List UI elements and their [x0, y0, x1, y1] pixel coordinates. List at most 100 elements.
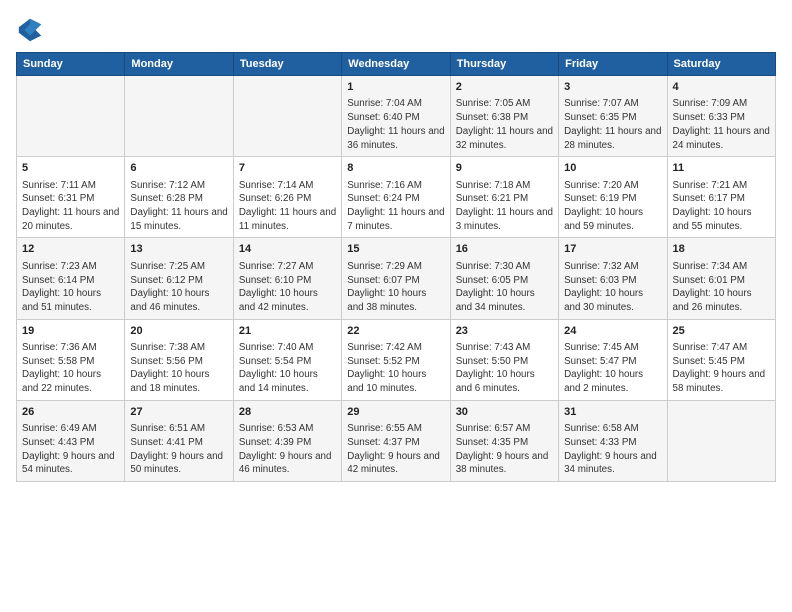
- day-number: 10: [564, 161, 661, 176]
- logo-icon: [16, 16, 44, 44]
- calendar-week: 19Sunrise: 7:36 AM Sunset: 5:58 PM Dayli…: [17, 319, 776, 400]
- day-info: Sunrise: 7:38 AM Sunset: 5:56 PM Dayligh…: [130, 341, 227, 396]
- day-number: 7: [239, 161, 336, 176]
- calendar-cell: 27 Sunrise: 6:51 AM Sunset: 4:41 PM Dayli…: [125, 400, 233, 481]
- calendar-cell: 4 Sunrise: 7:09 AM Sunset: 6:33 PM Daylig…: [667, 76, 775, 157]
- calendar-cell: 22 Sunrise: 7:42 AM Sunset: 5:52 PM Dayli…: [342, 319, 450, 400]
- calendar-cell: 31 Sunrise: 6:58 AM Sunset: 4:33 PM Dayli…: [559, 400, 667, 481]
- day-number: 14: [239, 242, 336, 257]
- calendar-cell: 16 Sunrise: 7:30 AM Sunset: 6:05 PM Dayli…: [450, 238, 558, 319]
- header-day: Friday: [559, 53, 667, 76]
- day-info: Sunrise: 7:07 AM Sunset: 6:35 PM Dayligh…: [564, 97, 661, 152]
- day-number: 15: [347, 242, 444, 257]
- day-number: 11: [673, 161, 770, 176]
- calendar-cell: 10 Sunrise: 7:20 AM Sunset: 6:19 PM Dayli…: [559, 157, 667, 238]
- day-number: 3: [564, 80, 661, 95]
- calendar-week: 1 Sunrise: 7:04 AM Sunset: 6:40 PM Daylig…: [17, 76, 776, 157]
- calendar-week: 26Sunrise: 6:49 AM Sunset: 4:43 PM Dayli…: [17, 400, 776, 481]
- day-number: 25: [673, 324, 770, 339]
- calendar-cell: [667, 400, 775, 481]
- day-info: Sunrise: 6:55 AM Sunset: 4:37 PM Dayligh…: [347, 422, 444, 477]
- day-number: 12: [22, 242, 119, 257]
- calendar-cell: 30 Sunrise: 6:57 AM Sunset: 4:35 PM Dayli…: [450, 400, 558, 481]
- day-number: 6: [130, 161, 227, 176]
- day-info: Sunrise: 6:51 AM Sunset: 4:41 PM Dayligh…: [130, 422, 227, 477]
- day-info: Sunrise: 7:47 AM Sunset: 5:45 PM Dayligh…: [673, 341, 770, 396]
- day-number: 13: [130, 242, 227, 257]
- calendar-cell: 25 Sunrise: 7:47 AM Sunset: 5:45 PM Dayli…: [667, 319, 775, 400]
- day-info: Sunrise: 7:12 AM Sunset: 6:28 PM Dayligh…: [130, 179, 227, 234]
- day-number: 8: [347, 161, 444, 176]
- day-info: Sunrise: 7:29 AM Sunset: 6:07 PM Dayligh…: [347, 260, 444, 315]
- day-info: Sunrise: 7:20 AM Sunset: 6:19 PM Dayligh…: [564, 179, 661, 234]
- calendar-cell: 5 Sunrise: 7:11 AM Sunset: 6:31 PM Daylig…: [17, 157, 125, 238]
- calendar-header: SundayMondayTuesdayWednesdayThursdayFrid…: [17, 53, 776, 76]
- calendar-week: 5 Sunrise: 7:11 AM Sunset: 6:31 PM Daylig…: [17, 157, 776, 238]
- day-number: 24: [564, 324, 661, 339]
- day-number: 9: [456, 161, 553, 176]
- calendar-cell: 17 Sunrise: 7:32 AM Sunset: 6:03 PM Dayli…: [559, 238, 667, 319]
- calendar-cell: 8Sunrise: 7:16 AM Sunset: 6:24 PM Daylig…: [342, 157, 450, 238]
- calendar-cell: 3 Sunrise: 7:07 AM Sunset: 6:35 PM Daylig…: [559, 76, 667, 157]
- calendar-cell: 2Sunrise: 7:05 AM Sunset: 6:38 PM Daylig…: [450, 76, 558, 157]
- day-info: Sunrise: 7:04 AM Sunset: 6:40 PM Dayligh…: [347, 97, 444, 152]
- calendar-cell: 23Sunrise: 7:43 AM Sunset: 5:50 PM Dayli…: [450, 319, 558, 400]
- calendar-cell: 14 Sunrise: 7:27 AM Sunset: 6:10 PM Dayli…: [233, 238, 341, 319]
- calendar-table: SundayMondayTuesdayWednesdayThursdayFrid…: [16, 52, 776, 482]
- calendar-cell: 18 Sunrise: 7:34 AM Sunset: 6:01 PM Dayli…: [667, 238, 775, 319]
- day-number: 2: [456, 80, 553, 95]
- day-number: 18: [673, 242, 770, 257]
- calendar-cell: 20 Sunrise: 7:38 AM Sunset: 5:56 PM Dayli…: [125, 319, 233, 400]
- header-day: Thursday: [450, 53, 558, 76]
- calendar-cell: 13 Sunrise: 7:25 AM Sunset: 6:12 PM Dayli…: [125, 238, 233, 319]
- header-day: Saturday: [667, 53, 775, 76]
- day-number: 1: [347, 80, 444, 95]
- day-info: Sunrise: 6:58 AM Sunset: 4:33 PM Dayligh…: [564, 422, 661, 477]
- header-day: Wednesday: [342, 53, 450, 76]
- day-number: 5: [22, 161, 119, 176]
- calendar-body: 1 Sunrise: 7:04 AM Sunset: 6:40 PM Daylig…: [17, 76, 776, 482]
- day-number: 22: [347, 324, 444, 339]
- calendar-week: 12 Sunrise: 7:23 AM Sunset: 6:14 PM Dayli…: [17, 238, 776, 319]
- calendar-cell: 7 Sunrise: 7:14 AM Sunset: 6:26 PM Daylig…: [233, 157, 341, 238]
- day-info: Sunrise: 7:09 AM Sunset: 6:33 PM Dayligh…: [673, 97, 770, 152]
- calendar-cell: [17, 76, 125, 157]
- day-number: 30: [456, 405, 553, 420]
- day-info: Sunrise: 7:36 AM Sunset: 5:58 PM Dayligh…: [22, 341, 119, 396]
- day-number: 28: [239, 405, 336, 420]
- day-number: 17: [564, 242, 661, 257]
- header-day: Tuesday: [233, 53, 341, 76]
- day-info: Sunrise: 7:34 AM Sunset: 6:01 PM Dayligh…: [673, 260, 770, 315]
- day-number: 16: [456, 242, 553, 257]
- day-info: Sunrise: 7:18 AM Sunset: 6:21 PM Dayligh…: [456, 179, 553, 234]
- page-header: [16, 16, 776, 44]
- day-number: 21: [239, 324, 336, 339]
- day-info: Sunrise: 6:57 AM Sunset: 4:35 PM Dayligh…: [456, 422, 553, 477]
- day-number: 4: [673, 80, 770, 95]
- day-info: Sunrise: 7:25 AM Sunset: 6:12 PM Dayligh…: [130, 260, 227, 315]
- calendar-cell: 9 Sunrise: 7:18 AM Sunset: 6:21 PM Daylig…: [450, 157, 558, 238]
- day-info: Sunrise: 7:27 AM Sunset: 6:10 PM Dayligh…: [239, 260, 336, 315]
- header-day: Monday: [125, 53, 233, 76]
- calendar-cell: 12 Sunrise: 7:23 AM Sunset: 6:14 PM Dayli…: [17, 238, 125, 319]
- calendar-cell: 11Sunrise: 7:21 AM Sunset: 6:17 PM Dayli…: [667, 157, 775, 238]
- calendar-cell: 28Sunrise: 6:53 AM Sunset: 4:39 PM Dayli…: [233, 400, 341, 481]
- day-info: Sunrise: 7:45 AM Sunset: 5:47 PM Dayligh…: [564, 341, 661, 396]
- header-row: SundayMondayTuesdayWednesdayThursdayFrid…: [17, 53, 776, 76]
- day-info: Sunrise: 7:32 AM Sunset: 6:03 PM Dayligh…: [564, 260, 661, 315]
- day-info: Sunrise: 7:11 AM Sunset: 6:31 PM Dayligh…: [22, 179, 119, 234]
- day-info: Sunrise: 7:42 AM Sunset: 5:52 PM Dayligh…: [347, 341, 444, 396]
- calendar-cell: 19Sunrise: 7:36 AM Sunset: 5:58 PM Dayli…: [17, 319, 125, 400]
- calendar-cell: 26Sunrise: 6:49 AM Sunset: 4:43 PM Dayli…: [17, 400, 125, 481]
- day-number: 31: [564, 405, 661, 420]
- calendar-cell: 29Sunrise: 6:55 AM Sunset: 4:37 PM Dayli…: [342, 400, 450, 481]
- day-info: Sunrise: 7:30 AM Sunset: 6:05 PM Dayligh…: [456, 260, 553, 315]
- day-number: 27: [130, 405, 227, 420]
- day-info: Sunrise: 7:14 AM Sunset: 6:26 PM Dayligh…: [239, 179, 336, 234]
- calendar-cell: [125, 76, 233, 157]
- calendar-cell: 15 Sunrise: 7:29 AM Sunset: 6:07 PM Dayli…: [342, 238, 450, 319]
- day-info: Sunrise: 7:23 AM Sunset: 6:14 PM Dayligh…: [22, 260, 119, 315]
- calendar-cell: [233, 76, 341, 157]
- header-day: Sunday: [17, 53, 125, 76]
- day-number: 20: [130, 324, 227, 339]
